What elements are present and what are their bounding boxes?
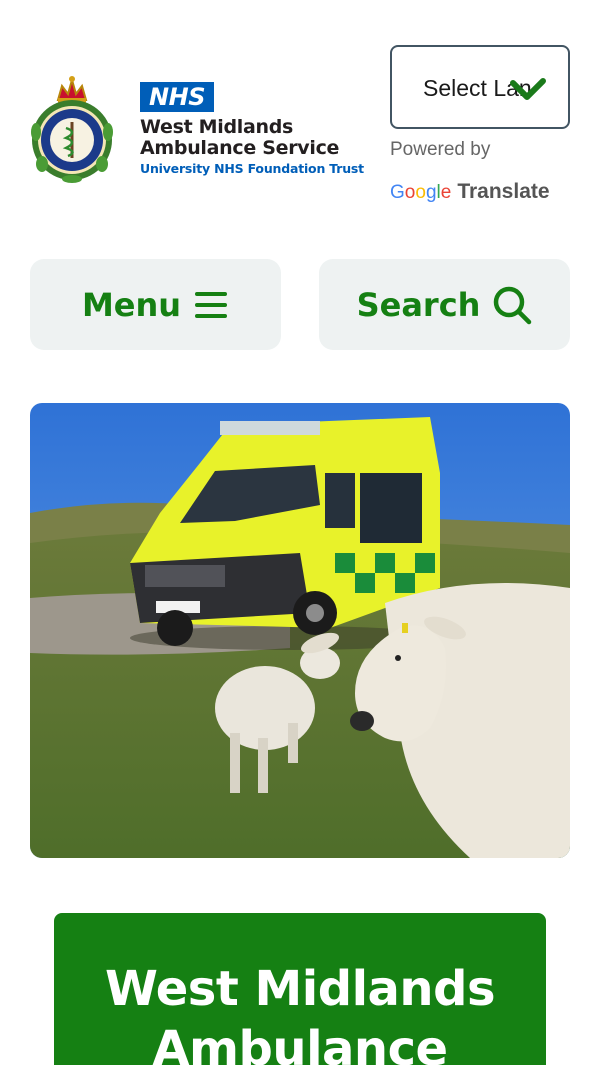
language-select[interactable]: Select Lan [390,45,570,129]
search-button-label: Search [356,285,481,324]
org-subtitle: University NHS Foundation Trust [140,161,364,176]
menu-button[interactable]: Menu [30,259,281,350]
org-name-line1: West Midlands [140,116,294,138]
search-icon [494,286,532,324]
google-letter: G [390,182,405,203]
google-logo: Google [390,182,451,203]
site-header: NHS West Midlands Ambulance Service Univ… [0,0,600,240]
nhs-logo-text: NHS [149,83,205,111]
search-button[interactable]: Search [319,259,570,350]
hamburger-menu-icon [195,291,228,318]
hero-photo-ambulance-sheep [30,403,570,858]
hero-banner: West Midlands Ambulance [54,913,546,1065]
hero-image [30,403,570,858]
google-letter: o [404,182,416,203]
org-name-line2: Ambulance Service [140,137,340,159]
nhs-logo[interactable]: NHS [140,82,214,112]
chevron-down-icon [510,78,546,100]
google-letter: e [440,182,452,203]
google-letter: g [425,182,437,203]
powered-by-text: Powered by [390,139,491,160]
google-translate-link[interactable]: Google Translate [390,180,550,204]
menu-button-label: Menu [81,285,182,324]
translate-label: Translate [457,180,550,203]
page-title: West Midlands Ambulance [104,961,496,1065]
org-name[interactable]: West Midlands Ambulance Service [140,117,370,159]
google-letter: o [415,182,426,203]
crest-emblem-icon[interactable] [28,72,116,184]
